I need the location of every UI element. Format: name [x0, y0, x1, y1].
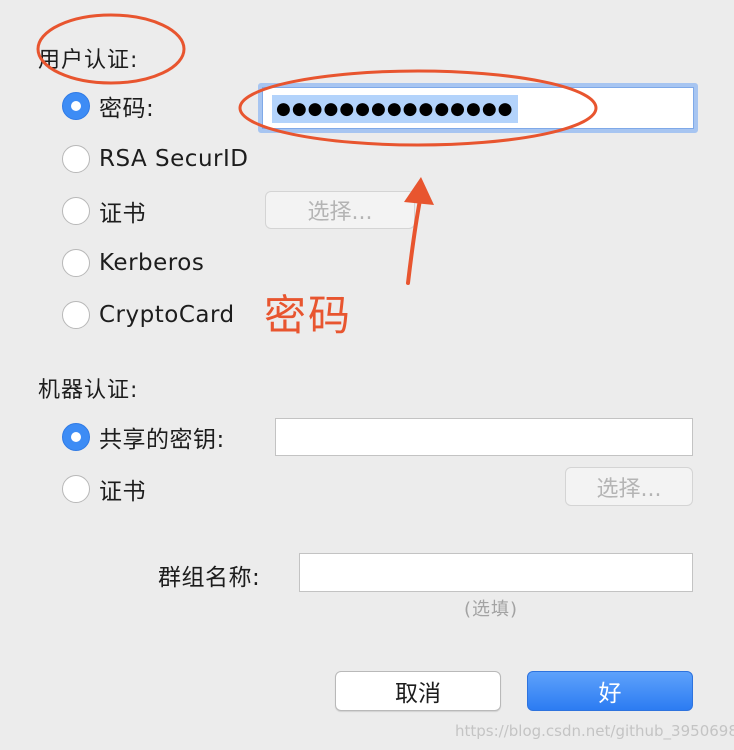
radio-button[interactable] [62, 475, 90, 503]
radio-cryptocard[interactable]: CryptoCard [62, 298, 235, 332]
radio-label-certificate: 证书 [99, 201, 146, 227]
user-auth-title: 用户认证: [38, 48, 139, 73]
password-masked-value: ●●●●●●●●●●●●●●● [272, 95, 518, 123]
ok-button[interactable]: 好 [527, 671, 693, 711]
group-name-label: 群组名称: [158, 565, 261, 591]
group-name-hint: (选填) [464, 599, 519, 620]
radio-button-checked[interactable] [62, 423, 90, 451]
radio-label-machine-certificate: 证书 [99, 479, 146, 505]
radio-button[interactable] [62, 301, 90, 329]
radio-certificate[interactable]: 证书 [62, 194, 146, 228]
radio-label-cryptocard: CryptoCard [99, 302, 235, 328]
radio-button[interactable] [62, 145, 90, 173]
user-cert-choose-button[interactable]: 选择... [265, 191, 415, 229]
cancel-button[interactable]: 取消 [335, 671, 501, 711]
radio-label-rsa-securid: RSA SecurID [99, 146, 249, 172]
watermark-text: https://blog.csdn.net/github_39506988 [455, 722, 734, 740]
radio-button[interactable] [62, 197, 90, 225]
radio-rsa-securid[interactable]: RSA SecurID [62, 142, 248, 176]
radio-password[interactable]: 密码: [62, 89, 154, 123]
radio-shared-key[interactable]: 共享的密钥: [62, 420, 225, 454]
radio-machine-certificate[interactable]: 证书 [62, 472, 146, 506]
password-input[interactable]: ●●●●●●●●●●●●●●● [258, 83, 698, 133]
radio-label-kerberos: Kerberos [99, 250, 205, 276]
group-name-input[interactable] [299, 553, 693, 592]
radio-kerberos[interactable]: Kerberos [62, 246, 204, 280]
radio-button[interactable] [62, 249, 90, 277]
annotation-text: 密码 [264, 291, 353, 340]
radio-button-checked[interactable] [62, 92, 90, 120]
machine-auth-title: 机器认证: [38, 378, 139, 403]
shared-key-input[interactable] [275, 418, 693, 456]
radio-label-password: 密码: [99, 96, 155, 122]
radio-label-shared-key: 共享的密钥: [99, 427, 225, 453]
machine-cert-choose-button[interactable]: 选择... [565, 467, 693, 506]
